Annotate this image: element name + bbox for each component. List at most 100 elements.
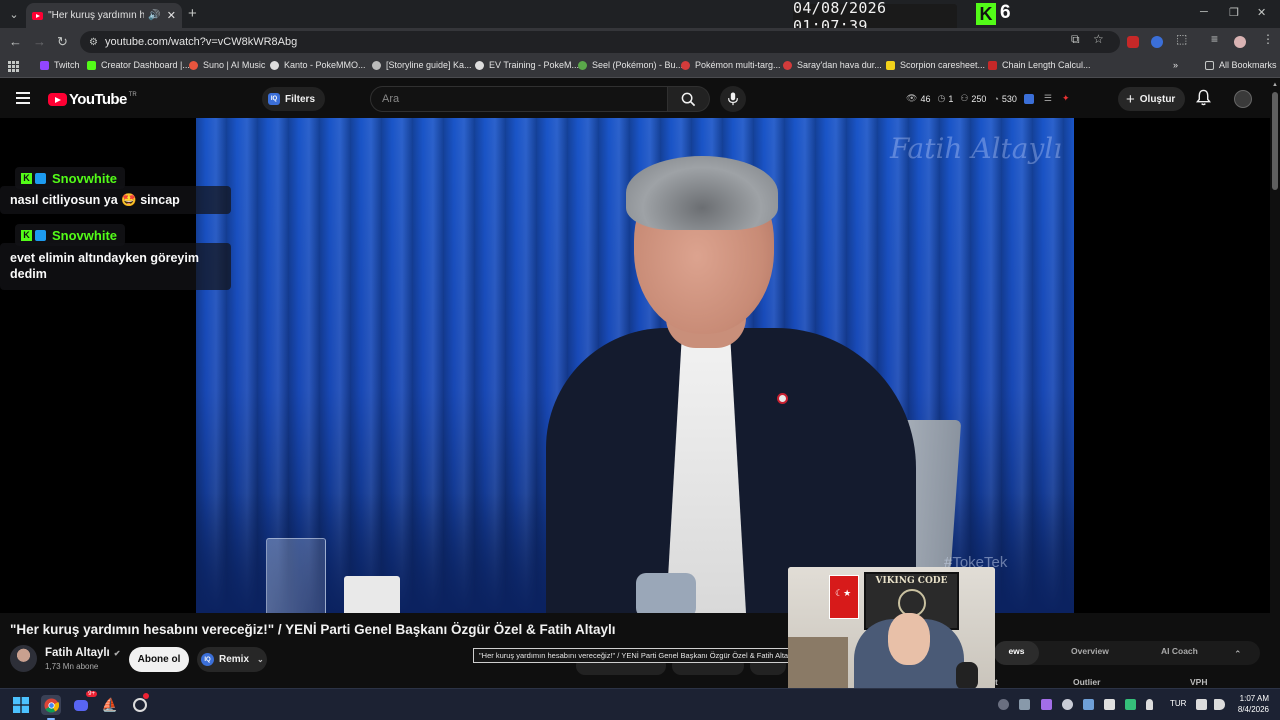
restore-window-icon[interactable]: ❐ [1229,6,1239,19]
windows-taskbar: 9+ ⛵ TUR 1:07 AM 8/4/2026 [0,688,1280,720]
bookmark-kanto[interactable]: Kanto - PokeMMO... [270,60,366,70]
tab-views[interactable]: ews [994,646,1039,656]
tab-search-button[interactable]: ⌄ [4,4,24,24]
bell-icon [1195,89,1212,106]
install-app-icon[interactable]: ⧉ [1071,32,1080,47]
search-input[interactable]: Ara [370,86,668,112]
tab-audio-icon[interactable]: 🔊 [148,10,160,21]
more-bookmarks-button[interactable]: » [1173,60,1178,70]
bookmark-seel[interactable]: Seel (Pokémon) - Bu... [578,60,683,70]
tray-icon-6[interactable] [1104,699,1115,710]
bookmark-suno[interactable]: Suno | AI Music [189,60,265,70]
chrome-menu-icon[interactable]: ⋮ [1262,32,1274,46]
new-tab-button[interactable]: + [188,5,197,22]
video-frame[interactable]: Fatih Altaylı #TokeTek [196,118,1074,613]
verified-check-icon: ✔ [113,648,121,658]
forward-icon[interactable]: → [33,34,46,49]
tab-overview[interactable]: Overview [1071,646,1109,656]
voice-search-button[interactable] [720,86,746,112]
streamer-face [888,613,930,665]
tray-icon-5[interactable] [1083,699,1094,710]
tab-ai-coach[interactable]: AI Coach [1161,646,1198,656]
collapse-chevron-icon[interactable]: ⌃ [1234,649,1242,660]
remix-button[interactable]: IQ Remix ⌄ [197,647,267,672]
subs-stat: ◔ 530 [993,94,1016,104]
extension-blue-icon[interactable] [1151,36,1163,48]
microphone-icon [728,92,738,106]
bookmark-star-icon[interactable]: ☆ [1093,32,1104,46]
channel-watermark: Fatih Altaylı [890,132,1063,165]
tray-icon-1[interactable] [998,699,1009,710]
twitch-icon [40,60,49,70]
windows-logo-icon [13,697,29,713]
close-window-icon[interactable]: ✕ [1257,6,1266,19]
bookmark-storyline-guide[interactable]: [Storyline guide] Ka... [372,60,472,70]
bookmark-ev-training[interactable]: EV Training - PokeM... [475,60,579,70]
stream-overlay-clock: 04/08/2026 01:07:39 [793,0,957,35]
minimize-window-icon[interactable]: ─ [1200,6,1208,18]
bookmark-creator-dashboard[interactable]: Creator Dashboard |... [87,60,190,70]
notifications-button[interactable] [1195,89,1212,111]
channel-avatar[interactable] [10,645,37,672]
windows-start-button[interactable] [11,695,31,715]
address-bar[interactable]: ⚙ youtube.com/watch?v=vCW8kWR8Abg [80,31,1120,53]
remix-label: Remix [219,654,250,665]
tray-icon-7[interactable] [1125,699,1136,710]
account-avatar[interactable] [1234,90,1252,108]
youtube-logo[interactable]: YouTube TR [48,91,137,108]
channel-name-link[interactable]: Fatih Altaylı ✔ [45,647,120,659]
chat-text: evet elimin altındayken göreyim dedim [10,251,199,281]
browser-tab-active[interactable]: "Her kuruş yardımın hesabı 🔊 ✕ [26,3,182,28]
network-icon[interactable] [1196,699,1207,710]
taskbar-clock[interactable]: 1:07 AM 8/4/2026 [1233,693,1269,715]
bookmark-chain-length[interactable]: Chain Length Calcul... [988,60,1091,70]
create-button[interactable]: + Oluştur [1118,87,1186,111]
keyboard-language[interactable]: TUR [1170,699,1186,708]
apps-grid-icon[interactable] [8,61,19,72]
chat-username-badge: K Snovwhite [15,224,126,246]
site-info-icon[interactable]: ⚙ [89,37,98,48]
list-icon[interactable]: ☰ [1044,93,1055,104]
steam-taskbar-button[interactable]: ⛵ [100,695,120,715]
volume-icon[interactable] [1214,699,1225,710]
tray-icon-3[interactable] [1041,699,1052,710]
bookmark-label: Twitch [54,60,80,70]
globe-icon [270,60,279,70]
rocket-icon[interactable]: ✦ [1062,93,1073,104]
profile-avatar-icon[interactable] [1234,36,1246,48]
media-controls-icon[interactable]: ≡ [1211,32,1218,46]
chat-username-badge: K Snovwhite [15,167,126,189]
pokeball-icon [783,60,792,70]
tray-mic-icon[interactable] [1146,699,1153,710]
chrome-taskbar-button[interactable] [41,695,61,720]
menu-hamburger-icon[interactable] [16,92,30,104]
back-icon[interactable]: ← [9,34,22,49]
extensions-puzzle-icon[interactable]: ⬚ [1176,32,1187,46]
discord-icon [74,699,88,711]
bookmark-scorpion[interactable]: Scorpion caresheet... [886,60,985,70]
search-button[interactable] [668,86,710,112]
bookmark-saray[interactable]: Saray'dan hava dur... [783,60,882,70]
bookmark-twitch[interactable]: Twitch [40,60,80,70]
extension-red-icon[interactable] [1127,36,1139,48]
bookmark-label: Creator Dashboard |... [101,60,190,70]
discord-taskbar-button[interactable]: 9+ [71,691,97,715]
search-icon [681,92,696,106]
timer-icon: ◔ [993,93,999,104]
all-bookmarks-button[interactable]: All Bookmarks [1205,60,1277,70]
tray-icon-4[interactable] [1062,699,1073,710]
youtube-play-icon [48,93,67,106]
vidiq-button[interactable] [1023,93,1037,104]
bookmark-pokemon-multi[interactable]: Pokémon multi-targ... [681,60,781,70]
scroll-up-arrow-icon[interactable]: ▲ [1272,82,1278,88]
clock-time: 1:07 AM [1239,694,1269,703]
tray-icon-2[interactable] [1019,699,1030,710]
channel-name: Fatih Altaylı [45,647,110,659]
subscribe-button[interactable]: Abone ol [129,647,189,672]
tab-close-icon[interactable]: ✕ [167,9,176,22]
filters-button[interactable]: IQ Filters [262,87,326,111]
reload-icon[interactable]: ↻ [57,34,68,50]
scrollbar-thumb[interactable] [1272,92,1278,190]
obs-taskbar-button[interactable] [130,693,150,715]
lapel-pin [777,393,788,404]
